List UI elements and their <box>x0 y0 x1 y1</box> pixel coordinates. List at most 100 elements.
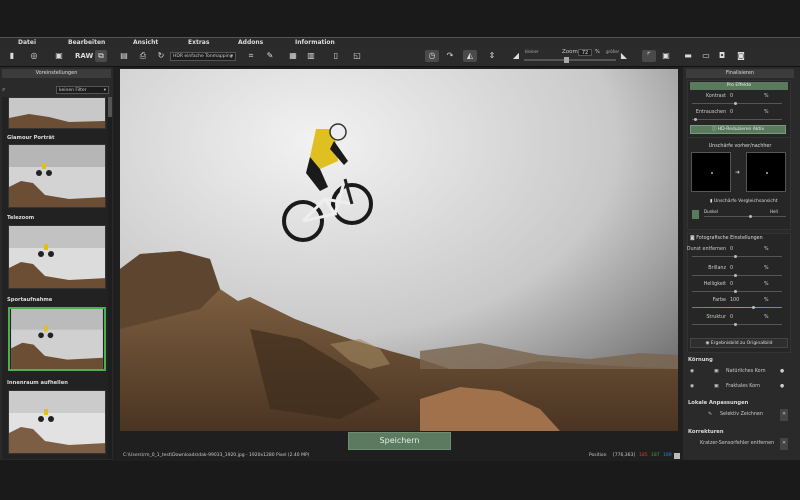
raw-button[interactable]: RAW <box>75 50 93 62</box>
status-position-label: Position <box>589 453 607 458</box>
auto-adjust-icon[interactable]: ◷ <box>425 50 439 62</box>
preset-thumbnail[interactable] <box>8 225 106 289</box>
zoom-smaller-label: kleiner <box>525 49 539 54</box>
toolbar: ▮ ◎ ▣ RAW ⧉ ▤ ⎙ ↻ HDR einfache Tonmappin… <box>0 47 800 67</box>
zoom-out-icon[interactable]: ◢ <box>510 50 522 62</box>
crop-tool-icon[interactable]: ⌗ <box>243 50 259 62</box>
grain-title: Körnung <box>688 357 713 363</box>
close-icon[interactable]: ✕ <box>780 409 788 421</box>
preset-scrollbar[interactable] <box>108 97 112 459</box>
print-icon[interactable]: ⎙ <box>137 50 149 62</box>
status-blue-value: 189 <box>663 453 672 458</box>
zoom-label: Zoom <box>562 49 578 55</box>
settings-icon[interactable]: ● <box>780 381 784 393</box>
preset-thumbnail[interactable] <box>8 97 106 129</box>
blur-before-preview <box>691 152 731 192</box>
zoom-slider[interactable] <box>524 57 616 63</box>
split-view-icon[interactable]: ▬ <box>682 50 694 62</box>
sensor-fix-row[interactable]: Kratzer-Sensorfehler entfernen ✕ <box>688 438 792 450</box>
status-file-path: C:\Users\rm_0_1_test\Downloads\dak-99033… <box>123 453 310 458</box>
presets-header: Voreinstellungen <box>2 69 111 78</box>
menu-file[interactable]: Datei <box>18 39 36 46</box>
chevron-down-icon: ▾ <box>103 88 106 93</box>
window-top-background <box>0 0 800 37</box>
photo-settings-panel: ◙ Fotografische Einstellungen Dunst entf… <box>687 233 791 353</box>
mirror-icon[interactable]: ◭ <box>463 50 477 62</box>
preset-label: Innenraum aufhellen <box>7 380 68 386</box>
rotate-icon[interactable]: ↷ <box>444 50 456 62</box>
new-file-icon[interactable]: ▮ <box>6 50 18 62</box>
frame-icon[interactable]: ◱ <box>350 50 364 62</box>
blur-after-preview <box>746 152 786 192</box>
blur-compare-toggle[interactable]: ▮ Unschärfe Vergleichsansicht <box>710 199 778 204</box>
scrollbar-thumb[interactable] <box>108 97 112 117</box>
camera-import-icon[interactable]: ◎ <box>28 50 40 62</box>
share-icon[interactable]: ↻ <box>155 50 167 62</box>
export-icon[interactable]: ◘ <box>716 50 728 62</box>
presets-panel: Voreinstellungen ⌕ keinen Filter ▾ Glamou… <box>0 67 113 460</box>
status-coords: [776,363] <box>613 453 636 458</box>
grain-icon: ▣ <box>714 384 719 389</box>
close-icon[interactable]: ✕ <box>780 438 788 450</box>
status-color-swatch <box>674 453 680 459</box>
finalize-panel: Finalisieren Pro Effekte Kontrast 0% Entr… <box>683 67 800 460</box>
blur-panel: Unschärfe vorher/nachher ➜ ▮ Unschärfe V… <box>687 137 791 230</box>
local-adjust-title: Lokale Anpassungen <box>688 400 749 406</box>
dark-bright-slider[interactable] <box>704 215 786 218</box>
corrections-title: Korrekturen <box>688 429 724 435</box>
finalize-header: Finalisieren <box>686 69 794 78</box>
eye-icon[interactable]: ◉ <box>690 381 694 393</box>
settings-icon[interactable]: ● <box>780 366 784 378</box>
menu-extras[interactable]: Extras <box>188 39 209 46</box>
info-icon[interactable]: ▥ <box>305 50 317 62</box>
fit-screen-icon[interactable]: ▣ <box>660 50 672 62</box>
crop-icon[interactable]: ⌜ <box>642 50 656 62</box>
hdr-reduce-button[interactable]: ⓘ HD-Reduzieren Aktiv <box>690 125 786 134</box>
layer-icon[interactable]: ▦ <box>287 50 299 62</box>
save-button[interactable]: Speichern <box>348 432 451 450</box>
menu-edit[interactable]: Bearbeiten <box>68 39 105 46</box>
menu-bar: Datei Bearbeiten Ansicht Extras Addons I… <box>0 37 800 47</box>
zoom-in-icon[interactable]: ◣ <box>618 50 630 62</box>
preset-thumbnail[interactable] <box>8 390 106 454</box>
blur-mode-icon[interactable] <box>692 210 699 219</box>
save-icon[interactable]: ▤ <box>118 50 130 62</box>
preset-thumbnail-selected[interactable] <box>8 307 106 371</box>
menu-addons[interactable]: Addons <box>238 39 263 46</box>
magic-wand-icon[interactable]: ✎ <box>264 50 276 62</box>
batch-icon[interactable]: ▣ <box>53 50 65 62</box>
zoom-unit: % <box>595 49 600 55</box>
menu-view[interactable]: Ansicht <box>133 39 158 46</box>
dark-label: Dunkel <box>704 209 718 214</box>
preset-label: Glamour Porträt <box>7 135 55 141</box>
preset-thumbnail[interactable] <box>8 144 106 208</box>
main-photo[interactable] <box>120 69 678 431</box>
compare-view-icon[interactable]: ⧉ <box>95 50 107 62</box>
fullscreen-icon[interactable]: ◙ <box>735 50 747 62</box>
blur-label: Unschärfe vorher/nachher <box>708 144 772 149</box>
flip-icon[interactable]: ⇕ <box>486 50 498 62</box>
zoom-value-input[interactable]: 72 <box>578 49 592 56</box>
menu-information[interactable]: Information <box>295 39 335 46</box>
preset-label: Telezoom <box>7 215 35 221</box>
compare-original-button[interactable]: ◉ Ergebnisbild zu Originalbild <box>690 338 788 348</box>
preset-list: Glamour Porträt Telezoom Sportaufnahme I… <box>2 97 108 459</box>
chevron-down-icon: ▾ <box>230 54 233 59</box>
bright-label: Hell <box>770 209 778 214</box>
filter-select[interactable]: keinen Filter ▾ <box>56 86 109 94</box>
fractal-grain-row[interactable]: ◉ ▣ Fraktales Korn ● <box>688 381 792 393</box>
grain-icon: ▣ <box>714 369 719 374</box>
histogram-icon[interactable]: ▯ <box>330 50 342 62</box>
search-icon[interactable]: ⌕ <box>2 86 12 94</box>
status-red-value: 185 <box>639 453 648 458</box>
pro-effects-label[interactable]: Pro Effekte <box>690 82 788 90</box>
natural-grain-row[interactable]: ◉ ▣ Natürliches Korn ● <box>688 366 792 378</box>
image-canvas <box>113 67 683 460</box>
brush-icon: ✎ <box>708 412 713 417</box>
zoom-slider-handle[interactable] <box>564 57 569 63</box>
window-bottom-background <box>0 461 800 500</box>
preset-select[interactable]: HDR einfache Tonmapping ▾ <box>170 52 236 61</box>
eye-icon[interactable]: ◉ <box>690 366 694 378</box>
selective-draw-row[interactable]: ✎ Selektiv Zeichnen ✕ <box>688 409 792 421</box>
window-icon[interactable]: ▭ <box>700 50 712 62</box>
